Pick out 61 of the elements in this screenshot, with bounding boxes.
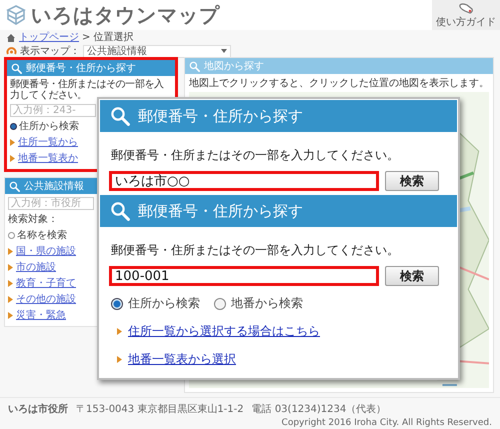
logo-icon bbox=[5, 4, 27, 26]
search-icon bbox=[110, 106, 130, 126]
search-field[interactable]: いろは市○○ bbox=[109, 171, 379, 191]
caret-icon bbox=[221, 49, 227, 53]
organization-name: いろは市役所 bbox=[8, 402, 68, 416]
bullet-icon bbox=[117, 356, 122, 363]
radio-label: 住所から検索 bbox=[128, 295, 200, 312]
option-link[interactable]: 国・県の施設 bbox=[16, 244, 76, 258]
radio-label: 地番から検索 bbox=[231, 295, 303, 312]
radio-button[interactable] bbox=[111, 298, 123, 310]
radio-button[interactable] bbox=[10, 122, 17, 130]
search-icon bbox=[11, 62, 22, 74]
bullet-icon bbox=[10, 154, 15, 162]
copyright-text: Copyright 2016 Iroha City. All Rights Reserved. bbox=[282, 418, 492, 428]
search-icon bbox=[9, 180, 20, 192]
radio-button[interactable] bbox=[8, 232, 15, 238]
address-text: 〒153-0043 東京都目黒区東山1-1-2 bbox=[76, 402, 244, 416]
option-link[interactable]: その他の施設 bbox=[16, 292, 76, 306]
panel-title: 郵便番号・住所から探す bbox=[26, 62, 136, 75]
option-link[interactable]: 教育・子育て bbox=[16, 276, 76, 290]
breadcrumb-separator: > bbox=[82, 32, 90, 42]
option-link[interactable]: 住所一覧から選択する場合はこちら bbox=[128, 323, 320, 340]
option-link[interactable]: 災害・緊急 bbox=[16, 308, 66, 322]
guide-button[interactable]: 使い方ガイド bbox=[432, 0, 500, 30]
breadcrumb-current: 位置選択 bbox=[93, 30, 134, 44]
phone-text: 電話 03(1234)1234（代表） bbox=[252, 402, 386, 416]
site-title: いろはタウンマップ bbox=[31, 2, 220, 28]
search-field[interactable]: 入力例：243- bbox=[10, 104, 96, 117]
bullet-icon bbox=[8, 280, 13, 286]
instruction-text: 郵便番号・住所またはその一部を入力してください。 bbox=[9, 78, 165, 101]
bullet-icon bbox=[8, 312, 13, 318]
radio-label: 名称を検索 bbox=[17, 228, 67, 242]
search-icon bbox=[189, 60, 200, 72]
search-field[interactable]: 100-001 bbox=[109, 266, 379, 286]
option-link[interactable]: 住所一覧から bbox=[18, 135, 78, 149]
option-link[interactable]: 市の施設 bbox=[16, 260, 56, 274]
mouse-icon bbox=[458, 2, 474, 14]
breadcrumb-link[interactable]: トップページ bbox=[19, 30, 79, 44]
instruction-text: 郵便番号・住所またはその一部を入力してください。 bbox=[110, 242, 400, 259]
bullet-icon bbox=[117, 328, 122, 335]
search-button[interactable]: 検索 bbox=[385, 171, 439, 191]
instruction-text: 地図上でクリックすると、クリックした位置の地図を表示します。 bbox=[188, 76, 490, 91]
bullet-icon bbox=[8, 296, 13, 302]
bullet-icon bbox=[8, 264, 13, 270]
radio-label: 住所から検索 bbox=[19, 120, 79, 133]
section-title: 郵便番号・住所から探す bbox=[138, 202, 303, 220]
map-selector-label: 表示マップ： bbox=[20, 44, 80, 58]
bullet-icon bbox=[10, 138, 15, 146]
bullet-icon bbox=[8, 248, 13, 254]
option-link[interactable]: 地番一覧表から選択 bbox=[128, 351, 236, 368]
section-title: 郵便番号・住所から探す bbox=[138, 106, 303, 126]
map-select[interactable]: 公共施設情報 bbox=[83, 44, 231, 58]
home-icon bbox=[6, 32, 16, 42]
search-icon bbox=[110, 201, 130, 221]
radio-button[interactable] bbox=[214, 298, 226, 310]
panel-title: 地図から探す bbox=[204, 60, 264, 73]
search-target-label: 検索対象： bbox=[8, 212, 59, 226]
panel-title: 公共施設情報 bbox=[24, 180, 84, 193]
search-button[interactable]: 検索 bbox=[385, 266, 439, 286]
option-link[interactable]: 地番一覧表か bbox=[18, 151, 78, 165]
instruction-text: 郵便番号・住所またはその一部を入力してください。 bbox=[110, 147, 400, 164]
